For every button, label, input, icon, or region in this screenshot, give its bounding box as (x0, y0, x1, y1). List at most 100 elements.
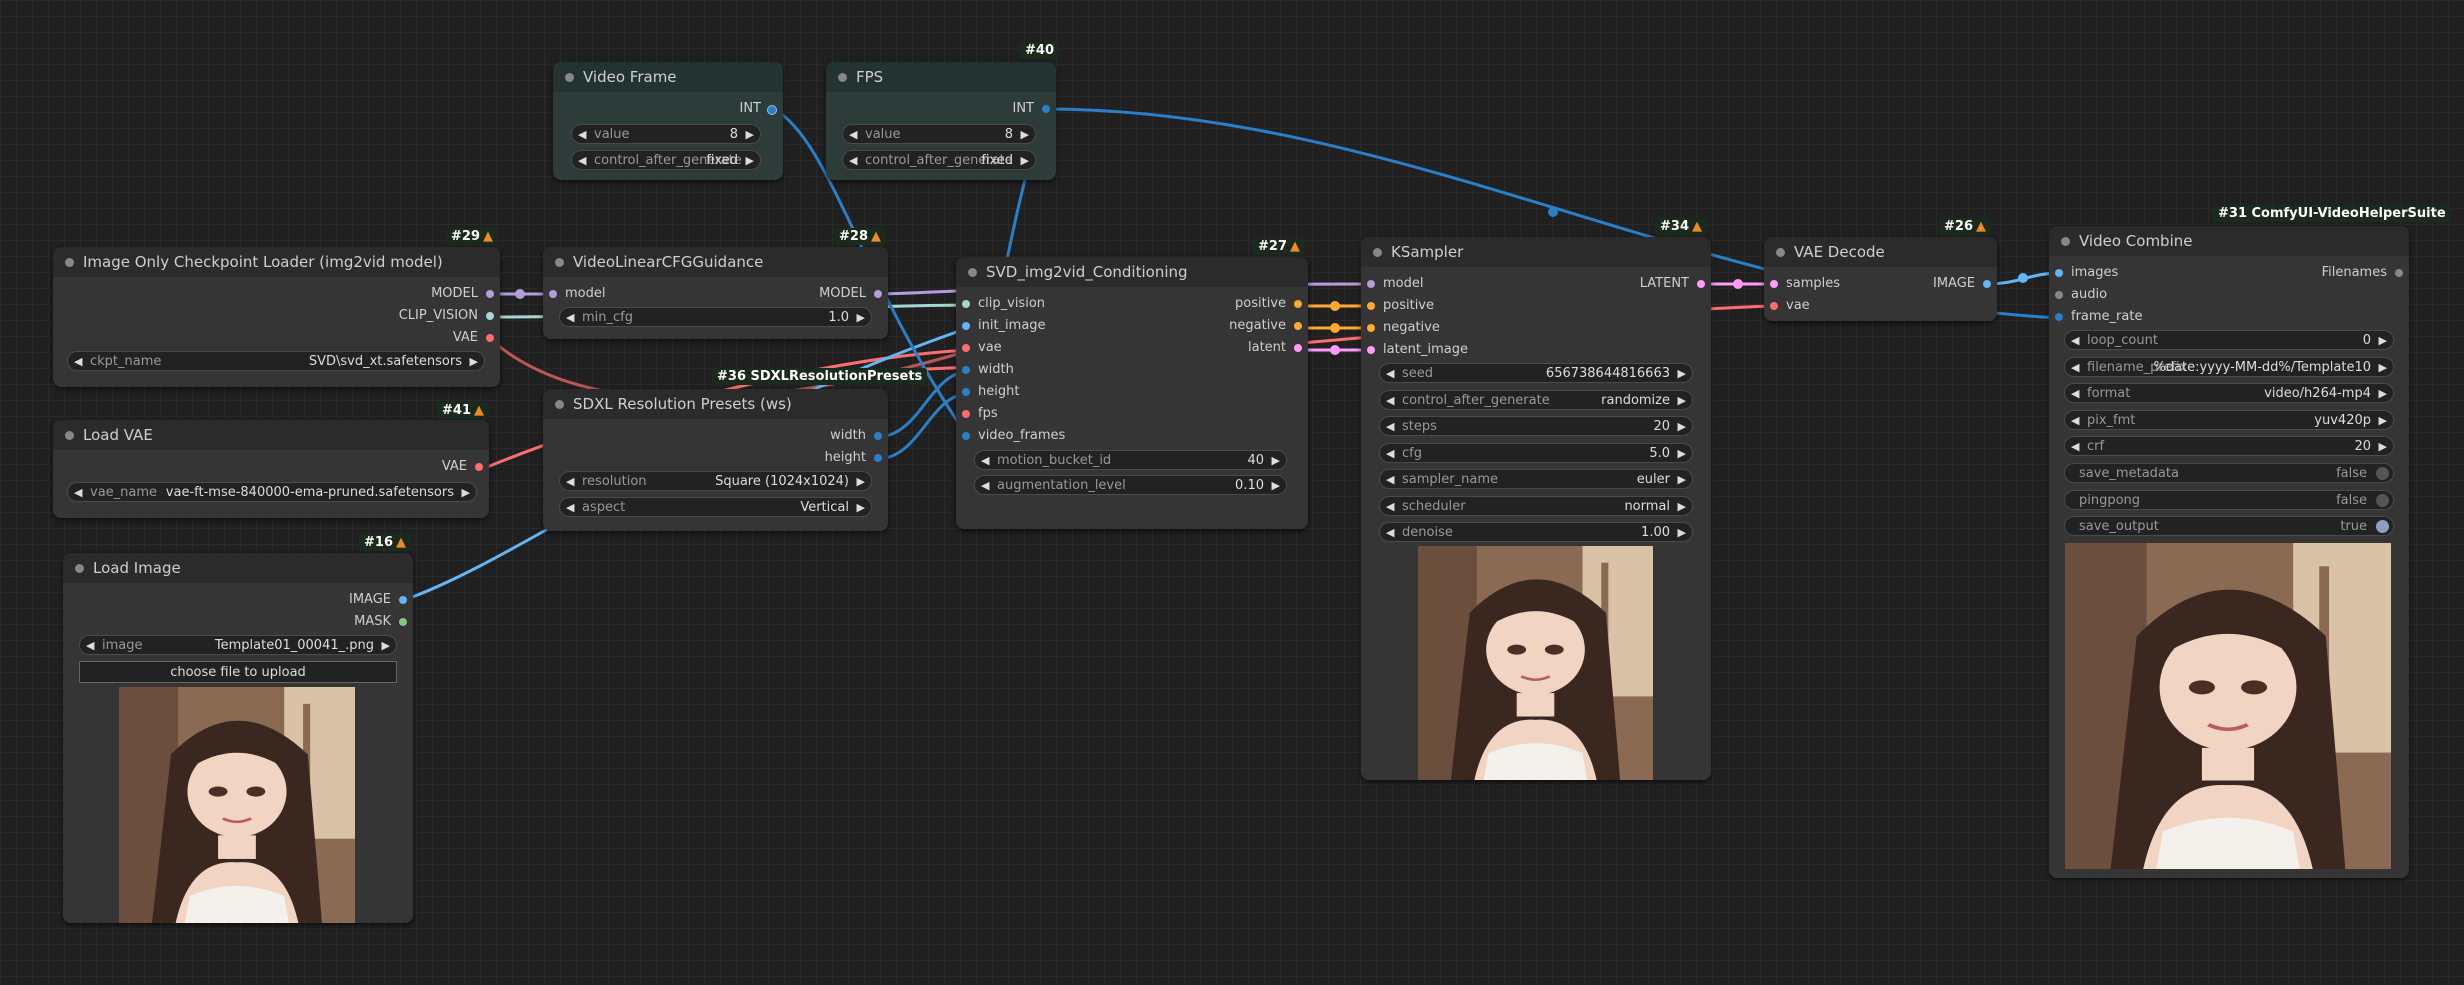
node-video-frame[interactable]: Video Frame INT ◀ value 8 ▶ ◀ control_after_g… (553, 62, 783, 180)
input-dot-icon[interactable] (2055, 269, 2063, 277)
collapse-dot-icon[interactable] (65, 431, 74, 440)
input-dot-icon[interactable] (962, 410, 970, 418)
output-slot[interactable]: MODEL (819, 285, 882, 303)
decrement-arrow-icon[interactable]: ◀ (86, 636, 94, 656)
output-dot-icon[interactable] (874, 290, 882, 298)
increment-arrow-icon[interactable]: ▶ (857, 308, 865, 328)
node-title[interactable]: FPS (826, 62, 1056, 92)
decrement-arrow-icon[interactable]: ◀ (2071, 331, 2079, 351)
input-slot[interactable]: negative (1367, 319, 1440, 337)
increment-arrow-icon[interactable]: ▶ (1272, 451, 1280, 471)
output-dot-icon[interactable] (475, 463, 483, 471)
input-slot[interactable]: frame_rate (2055, 308, 2142, 326)
output-slot[interactable]: VAE (442, 458, 483, 476)
decrement-arrow-icon[interactable]: ◀ (849, 151, 857, 171)
collapse-dot-icon[interactable] (555, 400, 564, 409)
toggle-knob-icon[interactable] (2376, 493, 2389, 507)
node-load-image[interactable]: Load Image IMAGE MASK ◀ image Template01_0004… (63, 553, 413, 923)
combo-widget[interactable]: ◀ sampler_name euler ▶ (1379, 469, 1693, 489)
input-dot-icon[interactable] (962, 432, 970, 440)
node-ksampler[interactable]: KSampler model positive negative latent_imag… (1361, 237, 1711, 780)
toggle-knob-icon[interactable] (2376, 467, 2389, 480)
output-slot[interactable]: INT (1013, 100, 1050, 118)
input-dot-icon[interactable] (1367, 302, 1375, 310)
combo-widget[interactable]: ◀ value 8 ▶ (842, 124, 1036, 144)
decrement-arrow-icon[interactable]: ◀ (981, 476, 989, 496)
node-sdxl-resolution[interactable]: SDXL Resolution Presets (ws) width height ◀… (543, 389, 888, 531)
combo-widget[interactable]: ◀ resolution Square (1024x1024) ▶ (559, 471, 872, 491)
collapse-dot-icon[interactable] (838, 73, 847, 82)
combo-widget[interactable]: ◀ min_cfg 1.0 ▶ (559, 307, 872, 327)
decrement-arrow-icon[interactable]: ◀ (1386, 444, 1394, 464)
increment-arrow-icon[interactable]: ▶ (1678, 470, 1686, 490)
combo-widget[interactable]: ◀ filename_prefix %date:yyyy-MM-dd%/Templa… (2064, 356, 2394, 378)
increment-arrow-icon[interactable]: ▶ (857, 472, 865, 492)
node-checkpoint-loader[interactable]: Image Only Checkpoint Loader (img2vid mo… (53, 247, 500, 387)
output-int[interactable]: INT (740, 100, 777, 118)
output-slot[interactable]: CLIP_VISION (399, 307, 494, 325)
input-dot-icon[interactable] (962, 388, 970, 396)
upload-button[interactable]: choose file to upload (79, 661, 397, 683)
input-dot-icon[interactable] (2055, 313, 2063, 321)
increment-arrow-icon[interactable]: ▶ (1678, 523, 1686, 543)
combo-widget[interactable]: ◀ aspect Vertical ▶ (559, 497, 872, 517)
output-slot[interactable]: width (830, 427, 882, 445)
input-slot[interactable]: latent_image (1367, 341, 1468, 359)
toggle-widget[interactable]: save_output true (2064, 516, 2394, 536)
output-slot[interactable]: height (825, 449, 882, 467)
increment-arrow-icon[interactable]: ▶ (1678, 417, 1686, 437)
input-slot[interactable]: vae (1770, 297, 1810, 315)
input-slot[interactable]: fps (962, 405, 998, 423)
decrement-arrow-icon[interactable]: ◀ (1386, 470, 1394, 490)
combo-widget[interactable]: ◀ loop_count 0 ▶ (2064, 330, 2394, 350)
output-slot[interactable]: IMAGE (349, 591, 407, 609)
increment-arrow-icon[interactable]: ▶ (1021, 151, 1029, 171)
increment-arrow-icon[interactable]: ▶ (2379, 437, 2387, 457)
input-dot-icon[interactable] (1770, 280, 1778, 288)
increment-arrow-icon[interactable]: ▶ (1021, 125, 1029, 145)
combo-widget[interactable]: ◀ pix_fmt yuv420p ▶ (2064, 409, 2394, 430)
collapse-dot-icon[interactable] (1373, 248, 1382, 257)
collapse-dot-icon[interactable] (65, 258, 74, 267)
increment-arrow-icon[interactable]: ▶ (2379, 358, 2387, 378)
node-title[interactable]: SDXL Resolution Presets (ws) (543, 389, 888, 419)
decrement-arrow-icon[interactable]: ◀ (981, 451, 989, 471)
input-slot[interactable]: audio (2055, 286, 2107, 304)
input-dot-icon[interactable] (962, 322, 970, 330)
combo-widget[interactable]: ◀ motion_bucket_id 40 ▶ (974, 450, 1287, 470)
node-video-combine[interactable]: Video Combine images audio frame_rate Filena… (2049, 226, 2409, 878)
combo-widget[interactable]: ◀ control_after_generate fixed ▶ (842, 150, 1036, 170)
output-dot-icon[interactable] (1042, 105, 1050, 113)
input-slot[interactable]: samples (1770, 275, 1840, 293)
combo-widget[interactable]: ◀ crf 20 ▶ (2064, 436, 2394, 456)
node-title[interactable]: Image Only Checkpoint Loader (img2vid mo… (53, 247, 500, 277)
decrement-arrow-icon[interactable]: ◀ (566, 498, 574, 518)
decrement-arrow-icon[interactable]: ◀ (1386, 391, 1394, 411)
combo-widget[interactable]: ◀ control_after_generate fixed ▶ (571, 150, 761, 170)
increment-arrow-icon[interactable]: ▶ (1678, 444, 1686, 464)
output-dot-icon[interactable] (1294, 322, 1302, 330)
increment-arrow-icon[interactable]: ▶ (1272, 476, 1280, 496)
output-slot[interactable]: LATENT (1640, 275, 1705, 293)
decrement-arrow-icon[interactable]: ◀ (74, 352, 82, 372)
output-dot-icon[interactable] (486, 334, 494, 342)
input-slot[interactable]: init_image (962, 317, 1046, 335)
node-title[interactable]: Load VAE (53, 420, 489, 450)
combo-widget[interactable]: ◀ augmentation_level 0.10 ▶ (974, 475, 1287, 495)
output-dot-icon[interactable] (874, 454, 882, 462)
output-slot[interactable]: MASK (354, 613, 407, 631)
collapse-dot-icon[interactable] (2061, 237, 2070, 246)
input-slot[interactable]: height (962, 383, 1019, 401)
decrement-arrow-icon[interactable]: ◀ (1386, 417, 1394, 437)
collapse-dot-icon[interactable] (1776, 248, 1785, 257)
combo-widget[interactable]: ◀ vae_name vae-ft-mse-840000-ema-pruned.sa… (67, 482, 477, 502)
decrement-arrow-icon[interactable]: ◀ (74, 483, 82, 503)
increment-arrow-icon[interactable]: ▶ (1678, 391, 1686, 411)
output-dot-icon[interactable] (874, 432, 882, 440)
decrement-arrow-icon[interactable]: ◀ (578, 151, 586, 171)
decrement-arrow-icon[interactable]: ◀ (2071, 384, 2079, 404)
input-slot[interactable]: positive (1367, 297, 1434, 315)
decrement-arrow-icon[interactable]: ◀ (1386, 364, 1394, 384)
output-slot[interactable]: MODEL (431, 285, 494, 303)
output-dot-icon[interactable] (399, 596, 407, 604)
